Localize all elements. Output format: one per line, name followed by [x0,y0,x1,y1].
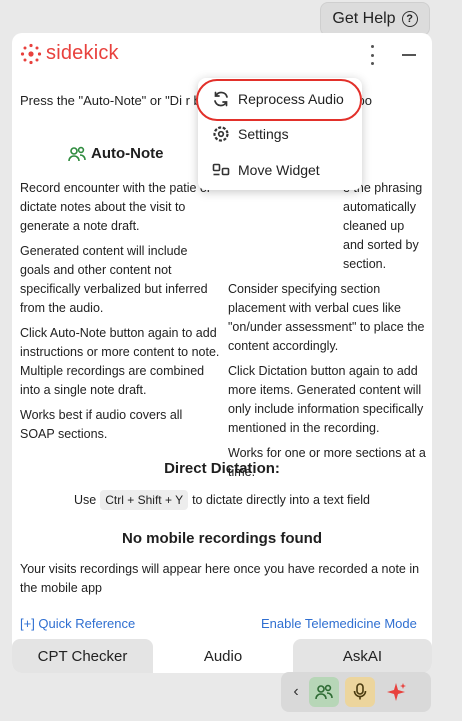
mobile-recordings-text: Your visits recordings will appear here … [20,562,420,595]
auto-note-paragraph: Works best if audio covers all SOAP sect… [20,408,183,441]
people-icon [315,684,333,700]
auto-note-heading: Auto-Note [68,145,163,162]
quick-reference-link[interactable]: [+] Quick Reference [20,616,135,631]
direct-dictation-line: Use Ctrl + Shift + Y to dictate directly… [12,490,432,510]
gear-icon [213,126,229,142]
tab-cpt-checker[interactable]: CPT Checker [12,639,153,673]
people-icon [68,146,86,161]
direct-dictation-suffix: to dictate directly into a text field [192,493,370,507]
sparkle-icon [387,683,406,701]
auto-note-title: Auto-Note [91,145,164,162]
tab-askai[interactable]: AskAI [293,639,432,673]
auto-note-paragraph: Click Auto-Note button again to add inst… [20,326,220,397]
tab-audio[interactable]: Audio [153,639,293,673]
auto-note-description: Record encounter with the patie or dicta… [20,179,220,450]
get-help-label: Get Help [332,10,396,27]
direct-dictation-prefix: Use [74,493,97,507]
logo-text: sidekick [46,42,119,64]
auto-note-paragraph: Generated content will include goals and… [20,244,208,315]
get-help-button[interactable]: Get Help ? [320,2,430,36]
more-options-icon[interactable] [367,45,377,65]
menu-item-move-widget[interactable]: Move Widget [198,152,362,188]
keyboard-shortcut: Ctrl + Shift + Y [100,490,189,510]
dictation-description: e the phrasing automatically cleaned up … [228,179,428,488]
menu-item-label: Move Widget [238,162,320,178]
mobile-recordings-title: No mobile recordings found [121,530,322,547]
menu-item-label: Settings [238,126,289,142]
direct-dictation-title: Direct Dictation: [164,460,280,477]
sidekick-logo-icon [20,43,42,64]
menu-item-settings[interactable]: Settings [198,116,362,152]
logo: sidekick [20,42,119,65]
question-circle-icon: ? [401,11,418,27]
dictation-paragraph: e the phrasing automatically cleaned up … [343,181,423,271]
chevron-left-icon[interactable]: ‹ [289,683,303,701]
tab-bar: CPT Checker Audio AskAI [12,639,432,673]
move-widget-icon [212,163,230,176]
auto-note-paragraph: Record encounter with the patie or dicta… [20,181,212,233]
microphone-icon [353,683,367,700]
dictation-button[interactable] [345,677,375,707]
telemedicine-mode-link[interactable]: Enable Telemedicine Mode [261,616,417,631]
auto-note-button[interactable] [309,677,339,707]
widget-bar: ‹ [281,672,431,712]
dictation-paragraph: Click Dictation button again to add more… [228,364,424,435]
panel-header: sidekick [12,33,432,77]
dictation-paragraph: Consider specifying section placement wi… [228,282,425,353]
annotation-highlight-circle [196,79,362,121]
minimize-icon[interactable] [402,54,416,56]
askai-button[interactable] [381,677,411,707]
